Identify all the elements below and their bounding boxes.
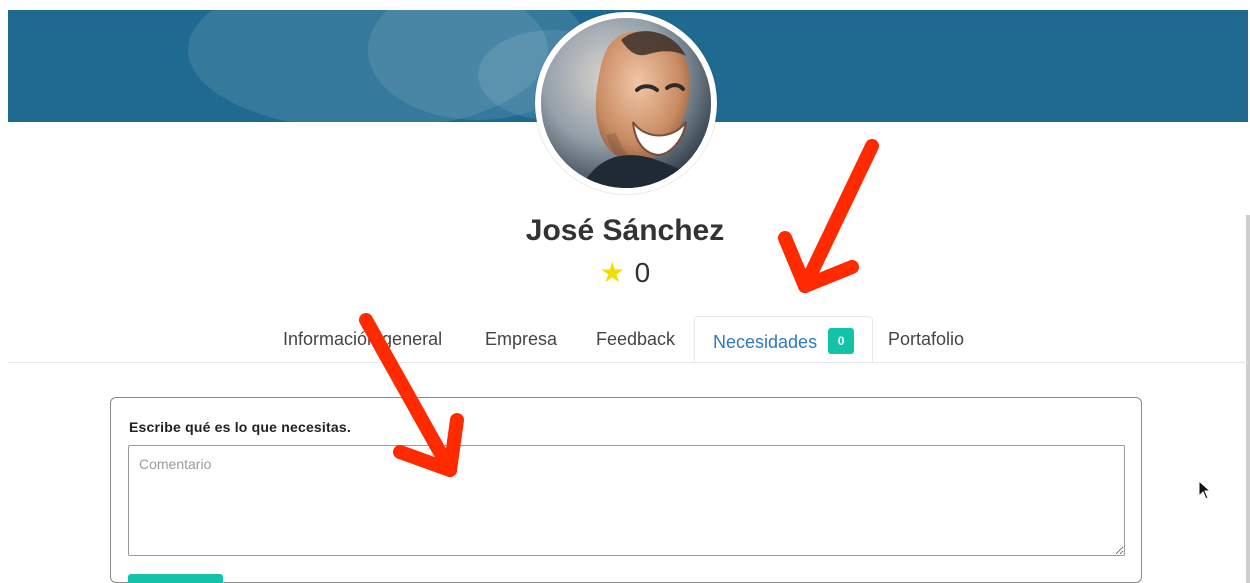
needs-form-panel: Escribe qué es lo que necesitas.	[110, 397, 1142, 583]
tab-necesidades[interactable]: Necesidades 0	[694, 316, 874, 363]
needs-form-title: Escribe qué es lo que necesitas.	[129, 419, 351, 435]
profile-tabs: Información general Empresa Feedback Nec…	[0, 316, 1250, 363]
avatar	[535, 12, 717, 194]
tab-label: Necesidades	[713, 331, 818, 352]
profile-page: José Sánchez ★ 0 Información general Emp…	[0, 0, 1250, 583]
avatar-photo	[541, 18, 711, 188]
tab-label: Información general	[283, 329, 443, 349]
rating-value: 0	[634, 257, 651, 288]
tab-label: Portafolio	[888, 329, 965, 349]
tab-informacion-general[interactable]: Información general	[283, 316, 442, 362]
tab-label: Empresa	[485, 329, 558, 349]
avatar-illustration	[541, 18, 711, 188]
mouse-cursor-icon	[1198, 480, 1212, 500]
submit-button[interactable]	[128, 574, 223, 583]
star-icon: ★	[599, 257, 625, 288]
rating: ★ 0	[0, 256, 1250, 289]
tab-label: Feedback	[596, 329, 676, 349]
tab-empresa[interactable]: Empresa	[485, 316, 557, 362]
tab-feedback[interactable]: Feedback	[596, 316, 675, 362]
tab-portafolio[interactable]: Portafolio	[888, 316, 964, 362]
comment-textarea[interactable]	[128, 445, 1125, 556]
tabs-divider	[8, 362, 1248, 363]
profile-name: José Sánchez	[525, 214, 725, 247]
top-strip	[0, 0, 1250, 10]
necesidades-count-badge: 0	[828, 328, 855, 354]
